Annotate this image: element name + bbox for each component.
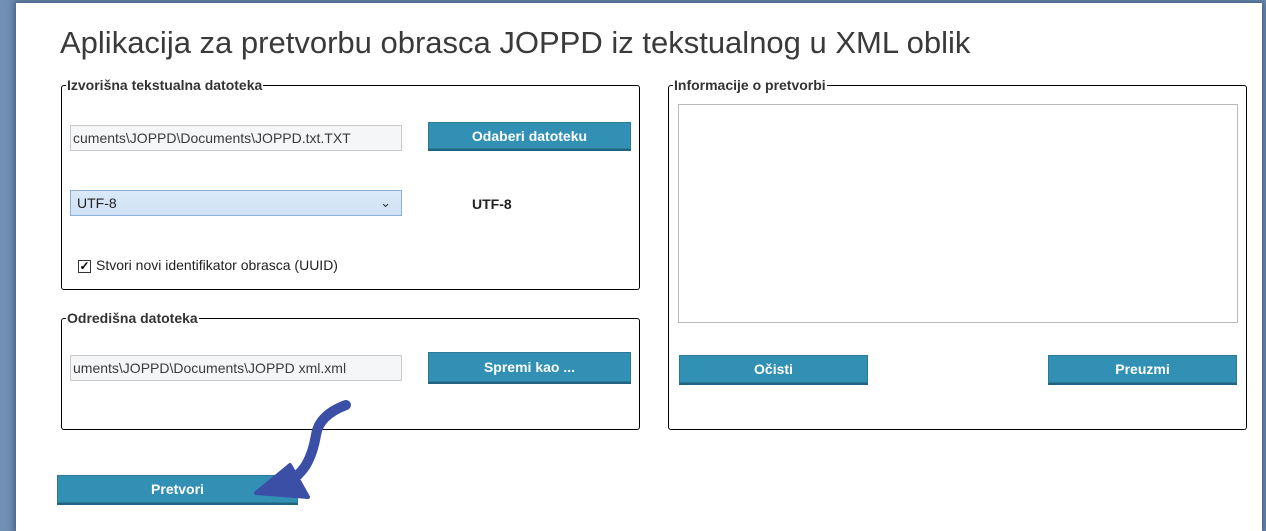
annotation-arrow-icon bbox=[254, 400, 351, 499]
app-window: Aplikacija za pretvorbu obrasca JOPPD iz… bbox=[16, 3, 1262, 531]
